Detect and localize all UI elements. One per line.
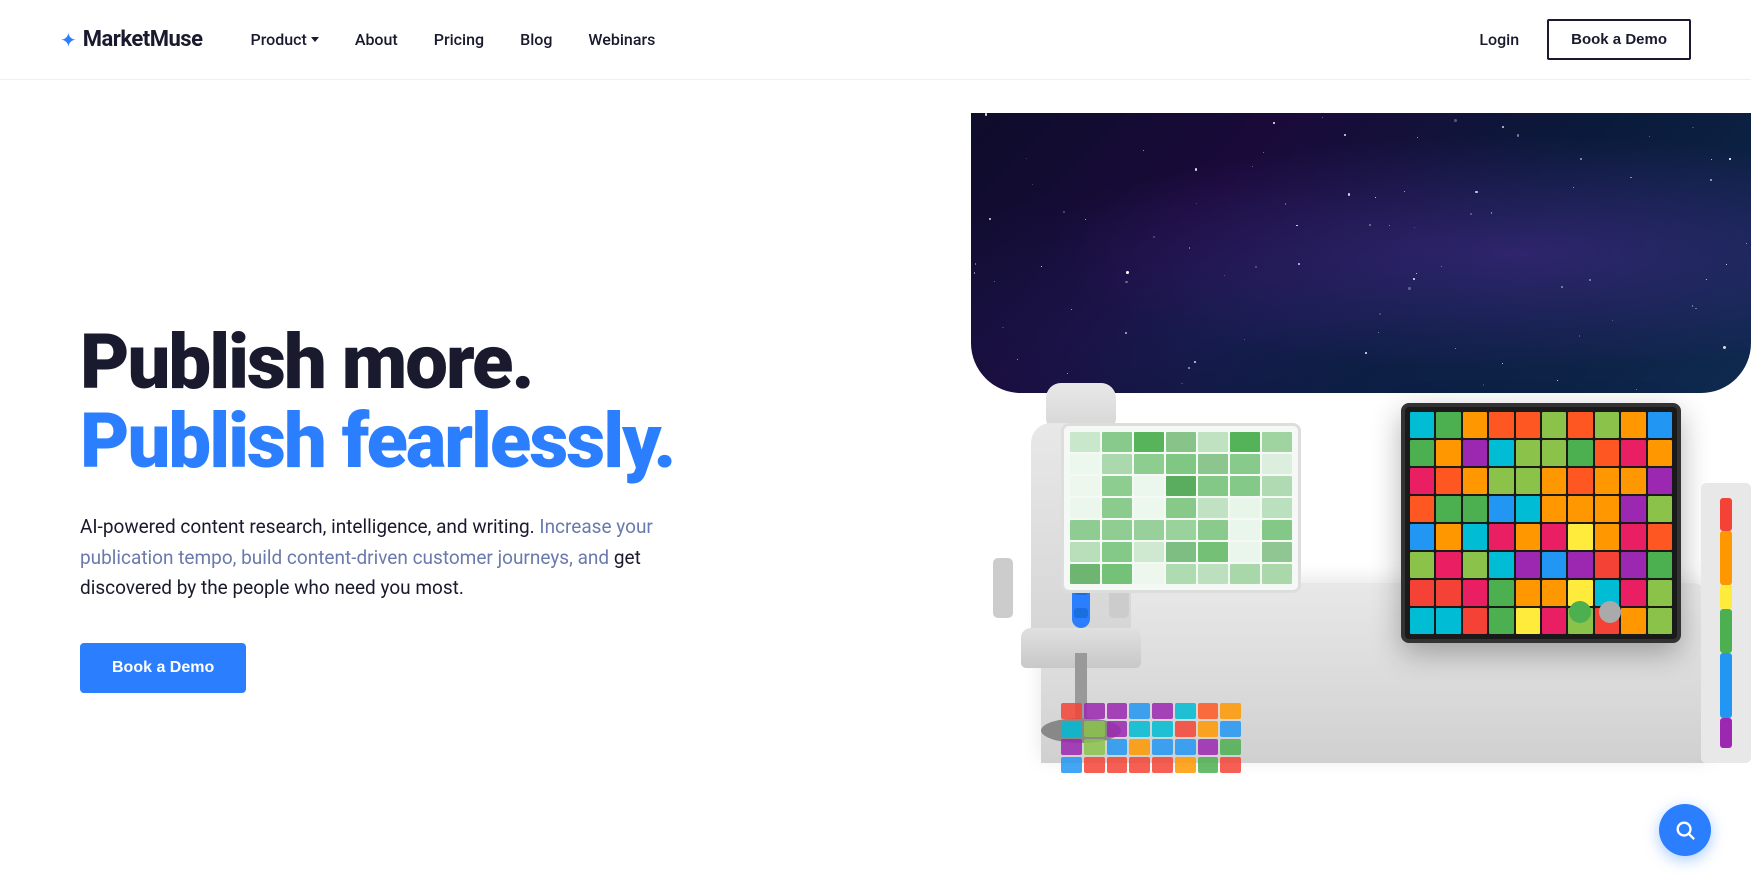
logo-text: MarketMuse bbox=[83, 27, 203, 52]
book-demo-nav-button[interactable]: Book a Demo bbox=[1547, 19, 1691, 60]
hero-heading-black: Publish more. bbox=[80, 323, 700, 403]
hero-section: Publish more. Publish fearlessly. AI-pow… bbox=[0, 80, 1751, 896]
navbar-left: ✦ MarketMuse Product About Pricing Blog … bbox=[60, 27, 655, 52]
nav-link-product[interactable]: Product bbox=[250, 30, 318, 49]
armrest-left bbox=[993, 558, 1013, 618]
nav-link-webinars[interactable]: Webinars bbox=[588, 30, 655, 49]
monitor-left bbox=[1061, 423, 1301, 593]
ctrl-btn-gray bbox=[1599, 601, 1621, 623]
logo-icon: ✦ bbox=[60, 28, 75, 52]
console-desk bbox=[961, 343, 1711, 823]
search-icon bbox=[1674, 819, 1696, 841]
hero-description: AI-powered content research, intelligenc… bbox=[80, 512, 660, 603]
nav-link-pricing[interactable]: Pricing bbox=[434, 30, 484, 49]
nav-item-product[interactable]: Product bbox=[250, 30, 318, 49]
wall-panel bbox=[1701, 483, 1751, 763]
nav-links: Product About Pricing Blog Webinars bbox=[250, 30, 655, 49]
nav-item-blog[interactable]: Blog bbox=[520, 30, 552, 49]
search-fab-button[interactable] bbox=[1659, 804, 1711, 856]
hero-content: Publish more. Publish fearlessly. AI-pow… bbox=[80, 283, 700, 694]
keyboard-area bbox=[1061, 703, 1241, 783]
ctrl-btn-green bbox=[1569, 601, 1591, 623]
monitor-right bbox=[1401, 403, 1681, 643]
login-link[interactable]: Login bbox=[1479, 30, 1519, 49]
navbar: ✦ MarketMuse Product About Pricing Blog … bbox=[0, 0, 1751, 80]
monitor-area bbox=[1061, 403, 1711, 783]
nav-item-webinars[interactable]: Webinars bbox=[588, 30, 655, 49]
nav-item-about[interactable]: About bbox=[355, 30, 398, 49]
book-demo-hero-button[interactable]: Book a Demo bbox=[80, 643, 246, 693]
logo[interactable]: ✦ MarketMuse bbox=[60, 27, 202, 52]
chevron-down-icon bbox=[311, 37, 319, 42]
nav-link-blog[interactable]: Blog bbox=[520, 30, 552, 49]
hero-heading-blue: Publish fearlessly. bbox=[80, 402, 700, 482]
nav-link-about[interactable]: About bbox=[355, 30, 398, 49]
hero-description-plain: AI-powered content research, intelligenc… bbox=[80, 515, 535, 538]
navbar-right: Login Book a Demo bbox=[1479, 19, 1691, 60]
control-buttons bbox=[1569, 601, 1621, 623]
nav-item-pricing[interactable]: Pricing bbox=[434, 30, 484, 49]
hero-illustration bbox=[700, 113, 1691, 863]
